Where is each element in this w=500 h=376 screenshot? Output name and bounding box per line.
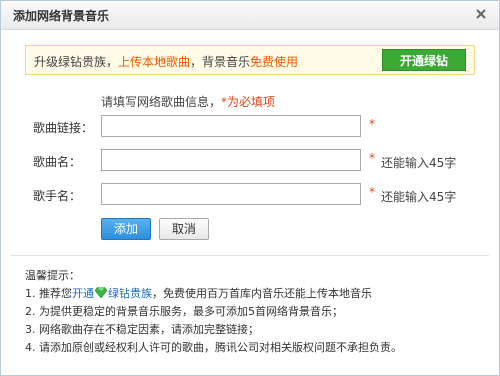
add-music-dialog: 添加网络背景音乐 升级绿钻贵族，上传本地歌曲，背景音乐免费使用 开通绿钻 请填写…: [0, 0, 500, 376]
add-button[interactable]: 添加: [101, 218, 151, 240]
song-name-label: 歌曲名：: [33, 155, 82, 169]
upgrade-banner: 升级绿钻贵族，上传本地歌曲，背景音乐免费使用 开通绿钻: [25, 45, 475, 75]
cancel-button[interactable]: 取消: [159, 218, 209, 240]
tip-line-2: 2. 为提供更稳定的背景音乐服务，最多可添加5首网络背景音乐；: [25, 305, 343, 318]
singer-name-input[interactable]: [101, 183, 361, 205]
open-green-diamond-button[interactable]: 开通绿钻: [382, 49, 466, 71]
open-link[interactable]: 开通: [72, 287, 94, 300]
tips-section: 温馨提示： 1. 推荐您开通 绿钻贵族，免费使用百万首库内音乐还能上传本地音乐 2…: [25, 267, 402, 357]
tip-line-4: 4. 请添加原创或经权利人许可的歌曲，腾讯公司对相关版权问题不承担负责。: [25, 341, 402, 354]
tips-title: 温馨提示：: [25, 269, 80, 282]
required-mark: *: [369, 151, 375, 165]
close-icon[interactable]: [473, 6, 489, 22]
song-link-input[interactable]: [101, 115, 361, 137]
required-mark: *: [369, 185, 375, 199]
singer-name-label: 歌手名：: [33, 189, 82, 203]
tip-line-3: 3. 网络歌曲存在不稳定因素，请添加完整链接；: [25, 323, 259, 336]
song-name-input[interactable]: [101, 149, 361, 171]
form-hint: 请填写网络歌曲信息，*为必填项: [101, 95, 276, 109]
green-diamond-icon: [94, 286, 108, 299]
dialog-titlebar: 添加网络背景音乐: [1, 1, 499, 30]
required-mark: *: [369, 117, 375, 131]
dialog-title: 添加网络背景音乐: [13, 9, 110, 23]
song-link-label: 歌曲链接：: [33, 121, 94, 135]
banner-highlight-free: 免费使用: [250, 55, 299, 69]
banner-highlight-upload: 上传本地歌曲: [118, 55, 191, 69]
divider: [11, 255, 489, 256]
tip-line-1: 1. 推荐您开通 绿钻贵族，免费使用百万首库内音乐还能上传本地音乐: [25, 286, 372, 300]
green-diamond-link[interactable]: 绿钻贵族: [108, 287, 152, 300]
banner-text: 升级绿钻贵族，上传本地歌曲，背景音乐免费使用: [34, 55, 299, 69]
singer-name-remaining: 还能输入45字: [381, 190, 457, 204]
song-name-remaining: 还能输入45字: [381, 156, 457, 170]
